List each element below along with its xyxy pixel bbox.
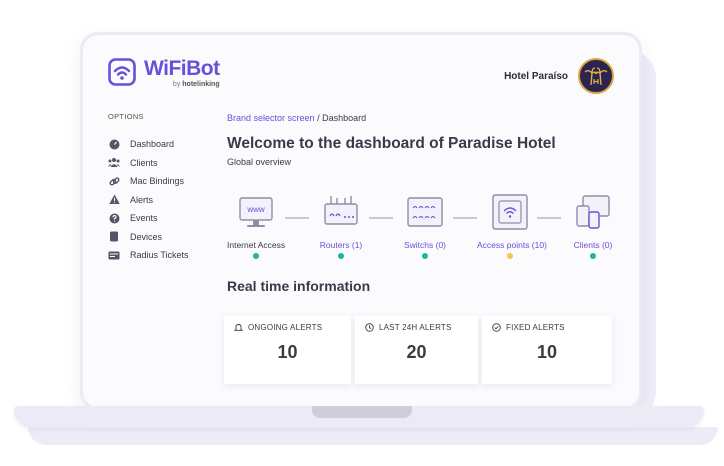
stage: WiFiBot by hotelinking Hotel Paraíso OPT… xyxy=(0,0,724,466)
node-label: Clients (0) xyxy=(573,240,613,250)
ticket-icon xyxy=(108,249,120,261)
connector-line xyxy=(453,217,477,219)
alert-cards: ONGOING ALERTS 10 LAST 24H ALERTS 20 FIX… xyxy=(224,316,616,384)
sidebar-item-radius-tickets[interactable]: Radius Tickets xyxy=(108,246,218,265)
sidebar-item-clients[interactable]: Clients xyxy=(108,154,218,173)
card-label: FIXED ALERTS xyxy=(506,323,565,332)
sidebar-item-devices[interactable]: Devices xyxy=(108,228,218,247)
status-dot-ok xyxy=(590,253,596,259)
sidebar-item-label: Alerts xyxy=(130,194,154,205)
main-content: Brand selector screen / Dashboard Welcom… xyxy=(227,113,627,167)
hotel-avatar[interactable] xyxy=(578,58,614,94)
sidebar-item-mac-bindings[interactable]: Mac Bindings xyxy=(108,172,218,191)
users-icon xyxy=(108,157,120,169)
page-subtitle: Global overview xyxy=(227,157,292,167)
question-icon xyxy=(108,212,120,224)
dashboard-icon xyxy=(108,138,120,150)
sidebar-item-dashboard[interactable]: Dashboard xyxy=(108,135,218,154)
bell-icon xyxy=(234,324,243,331)
node-label: Switchs (0) xyxy=(403,240,447,250)
status-dot-ok xyxy=(253,253,259,259)
sidebar-title: OPTIONS xyxy=(108,112,144,121)
wifi-logo-icon xyxy=(108,58,136,86)
card-value: 20 xyxy=(406,342,427,362)
router-icon xyxy=(324,196,358,225)
link-icon xyxy=(108,175,120,187)
card-label: LAST 24H ALERTS xyxy=(379,323,452,332)
node-label: Routers (1) xyxy=(319,240,363,250)
wifibot-logo[interactable]: WiFiBot by hotelinking xyxy=(108,58,220,88)
brand-company: hotelinking xyxy=(182,81,220,88)
device-icon xyxy=(108,231,120,243)
status-dot-ok xyxy=(338,253,344,259)
status-dot-ok xyxy=(422,253,428,259)
sidebar-item-label: Events xyxy=(130,213,158,224)
clock-icon xyxy=(365,323,374,332)
palm-tree-icon xyxy=(584,67,608,86)
node-label: Access points (10) xyxy=(477,240,547,250)
sidebar-item-alerts[interactable]: Alerts xyxy=(108,191,218,210)
breadcrumb-separator: / xyxy=(317,113,320,123)
sidebar-item-label: Devices xyxy=(130,231,163,242)
sidebar-item-label: Dashboard xyxy=(130,139,175,150)
sidebar-item-label: Clients xyxy=(130,157,158,168)
monitor-icon: www xyxy=(239,197,273,227)
access-point-icon xyxy=(492,194,528,230)
card-ongoing-alerts[interactable]: ONGOING ALERTS 10 xyxy=(224,316,351,384)
sidebar-item-events[interactable]: Events xyxy=(108,209,218,228)
breadcrumb-current: Dashboard xyxy=(322,113,367,123)
hotel-name: Hotel Paraíso xyxy=(504,70,568,82)
sidebar: OPTIONS Dashboard Clients Mac Bindings A… xyxy=(108,112,218,265)
realtime-title: Real time information xyxy=(227,278,371,294)
hotel-selector[interactable]: Hotel Paraíso xyxy=(504,58,614,94)
switch-icon xyxy=(407,197,443,227)
connector-line xyxy=(285,217,309,219)
sidebar-item-label: Radius Tickets xyxy=(130,250,189,261)
connector-line xyxy=(369,217,393,219)
card-value: 10 xyxy=(277,342,298,362)
card-last-24h-alerts[interactable]: LAST 24H ALERTS 20 xyxy=(355,316,478,384)
laptop-base-shadow xyxy=(28,427,718,445)
check-circle-icon xyxy=(492,323,501,332)
clients-devices-icon xyxy=(576,195,610,229)
card-value: 10 xyxy=(536,342,558,362)
sidebar-item-label: Mac Bindings xyxy=(130,176,185,187)
card-fixed-alerts[interactable]: FIXED ALERTS 10 xyxy=(482,316,612,384)
node-switchs[interactable]: Switchs (0) xyxy=(397,192,453,259)
page-title: Welcome to the dashboard of Paradise Hot… xyxy=(227,135,556,152)
internet-www-text: www xyxy=(246,205,265,214)
network-topology: www Internet Access Routers (1) Switchs … xyxy=(227,192,627,262)
node-access-points[interactable]: Access points (10) xyxy=(477,192,547,259)
laptop-notch xyxy=(312,406,412,418)
breadcrumb-parent-link[interactable]: Brand selector screen xyxy=(227,113,315,123)
brand-by: by xyxy=(172,81,181,88)
node-routers[interactable]: Routers (1) xyxy=(313,192,369,259)
brand-byline: by hotelinking xyxy=(144,81,220,88)
breadcrumb: Brand selector screen / Dashboard xyxy=(227,113,627,123)
node-label: Internet Access xyxy=(227,240,286,250)
warning-icon xyxy=(108,194,120,206)
brand-name: WiFiBot xyxy=(144,57,220,80)
node-internet-access[interactable]: www Internet Access xyxy=(227,192,285,259)
status-dot-warning xyxy=(507,253,513,259)
node-clients[interactable]: Clients (0) xyxy=(567,192,619,259)
card-label: ONGOING ALERTS xyxy=(248,323,323,332)
